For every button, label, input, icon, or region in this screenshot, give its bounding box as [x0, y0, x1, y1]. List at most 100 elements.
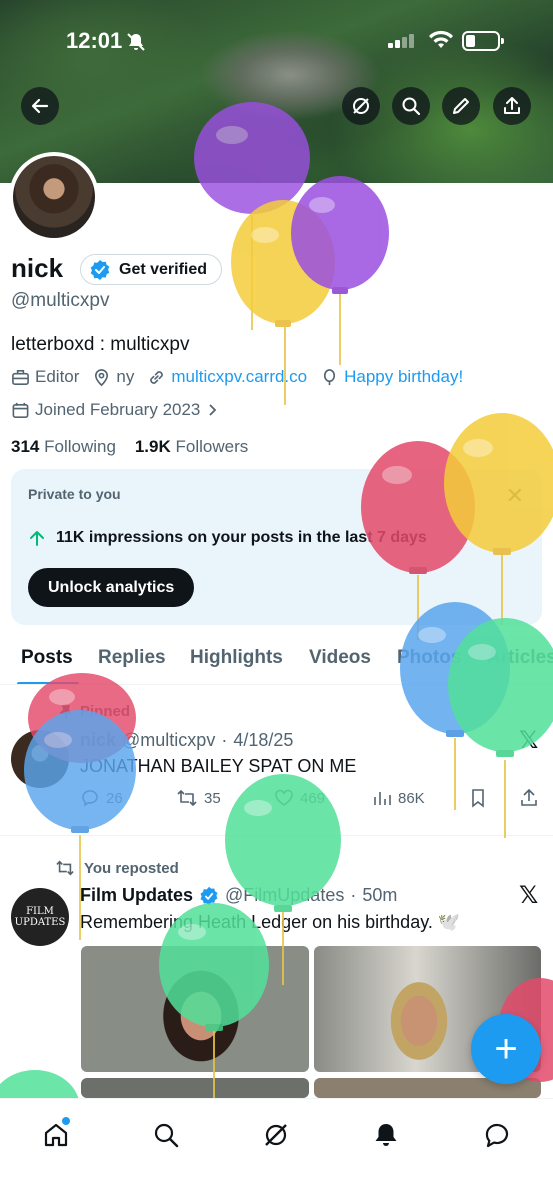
tab-highlights[interactable]: Highlights: [190, 647, 283, 669]
verified-badge-icon: [200, 886, 218, 905]
tab-photos[interactable]: Photos: [397, 647, 461, 669]
website-label: multicxpv.carrd.co: [171, 367, 308, 386]
post-date: 4/18/25: [233, 730, 294, 750]
private-analytics-card: Private to you ✕ 11K impressions on your…: [11, 469, 542, 625]
repost-author[interactable]: Film Updates: [80, 885, 193, 906]
profile-meta: Editor ny multicxpv.carrd.co Happy birth…: [11, 367, 476, 387]
close-icon[interactable]: ✕: [506, 483, 524, 509]
followers-label: Followers: [175, 437, 249, 456]
silent-mode-icon: [126, 32, 146, 57]
repost-button[interactable]: 35: [176, 788, 221, 808]
chevron-right-icon: [209, 404, 217, 416]
post-photo-3[interactable]: [81, 1078, 309, 1098]
like-button[interactable]: 469: [274, 788, 325, 808]
repost-header: Film Updates @FilmUpdates · 50m: [80, 885, 397, 906]
repost-text[interactable]: Remembering Heath Ledger on his birthday…: [80, 912, 460, 933]
joined-label: Joined February 2023: [35, 400, 201, 419]
share-post-button[interactable]: [519, 788, 539, 808]
views-button[interactable]: 86K: [372, 788, 425, 808]
post-photo-1[interactable]: [81, 946, 309, 1072]
wifi-icon: [428, 30, 454, 55]
repost-dot: ·: [350, 885, 357, 905]
balloon-icon: [291, 176, 389, 365]
avatar-text-line1: FILM: [26, 906, 54, 917]
avatar-image: [13, 156, 95, 238]
grok-icon: [353, 98, 369, 114]
birthday-link[interactable]: Happy birthday!: [320, 367, 463, 387]
bookmark-icon: [472, 789, 484, 808]
reposted-label: You reposted: [84, 859, 179, 877]
link-icon: [150, 370, 164, 384]
tab-replies[interactable]: Replies: [98, 647, 166, 669]
share-button[interactable]: [493, 87, 531, 125]
profile-handle: @multicxpv: [11, 290, 110, 311]
pin-icon: [59, 704, 73, 719]
post-handle: @multicxpv: [122, 730, 216, 750]
grok-icon: [265, 1124, 287, 1146]
arrow-up-icon: [30, 531, 44, 546]
location-item: ny: [92, 367, 134, 387]
post-text[interactable]: JONATHAN BAILEY SPAT ON ME: [80, 756, 356, 777]
search-icon: [402, 97, 421, 116]
profile-tabs: Posts Replies Highlights Videos Photos A…: [0, 633, 553, 685]
nav-notifications[interactable]: [364, 1113, 408, 1157]
avatar[interactable]: [11, 730, 69, 788]
nav-messages[interactable]: [475, 1113, 519, 1157]
tab-posts[interactable]: Posts: [21, 647, 73, 669]
following-count: 314: [11, 437, 40, 456]
signal-icon: [388, 34, 418, 53]
pinned-label-row: Pinned: [58, 703, 130, 720]
website-link[interactable]: multicxpv.carrd.co: [147, 367, 307, 387]
unlock-analytics-button[interactable]: Unlock analytics: [28, 568, 195, 607]
search-button[interactable]: [392, 87, 430, 125]
reposted-row: You reposted: [54, 859, 179, 877]
post-dot: ·: [221, 730, 228, 750]
notification-dot: [62, 1117, 70, 1125]
heart-icon: [275, 789, 293, 806]
follow-stats: 314 Following 1.9K Followers: [11, 437, 248, 457]
profile-avatar[interactable]: [9, 152, 99, 242]
nav-home[interactable]: [34, 1113, 78, 1157]
location-pin-icon: [95, 368, 109, 386]
like-count: 469: [300, 789, 326, 807]
profile-bio: letterboxd : multicxpv: [11, 334, 190, 355]
edit-button[interactable]: [442, 87, 480, 125]
back-arrow-icon: [31, 98, 49, 114]
bookmark-button[interactable]: [468, 788, 488, 808]
joined-date[interactable]: Joined February 2023: [11, 400, 219, 420]
status-time: 12:01: [66, 28, 123, 53]
compose-button[interactable]: +: [471, 1014, 541, 1084]
tab-articles[interactable]: Articles: [487, 647, 553, 669]
film-updates-avatar[interactable]: FILM UPDATES: [11, 888, 69, 946]
status-bar: 12:01: [0, 0, 553, 80]
private-card-title: Private to you: [28, 486, 121, 502]
tab-videos[interactable]: Videos: [309, 647, 371, 669]
nav-grok[interactable]: [254, 1113, 298, 1157]
reply-count: 26: [106, 789, 123, 807]
edit-icon: [453, 98, 469, 114]
back-button[interactable]: [21, 87, 59, 125]
balloon-icon: [324, 368, 336, 385]
post-header: nick @multicxpv · 4/18/25: [80, 730, 293, 751]
battery-icon: [462, 31, 504, 51]
get-verified-label: Get verified: [119, 260, 208, 278]
nav-search[interactable]: [144, 1113, 188, 1157]
share-icon: [504, 97, 520, 114]
impressions-text: 11K impressions on your posts in the las…: [56, 529, 427, 546]
bottom-nav: [0, 1098, 553, 1200]
following-link[interactable]: 314 Following: [11, 437, 116, 456]
post-actions: 26 35 469 86K: [80, 788, 540, 814]
home-icon: [44, 1123, 68, 1147]
reply-button[interactable]: 26: [80, 788, 123, 808]
repost-handle: @FilmUpdates: [225, 885, 345, 905]
briefcase-icon: [12, 369, 29, 385]
grok-button[interactable]: [342, 87, 380, 125]
reply-icon: [82, 790, 98, 807]
followers-link[interactable]: 1.9K Followers: [135, 437, 248, 456]
avatar-text-line2: UPDATES: [14, 917, 66, 928]
impressions-row: 11K impressions on your posts in the las…: [28, 529, 427, 547]
verified-badge-icon: [90, 259, 110, 280]
repost-icon: [177, 790, 197, 806]
get-verified-button[interactable]: Get verified: [80, 254, 223, 285]
post-author[interactable]: nick: [80, 730, 116, 751]
